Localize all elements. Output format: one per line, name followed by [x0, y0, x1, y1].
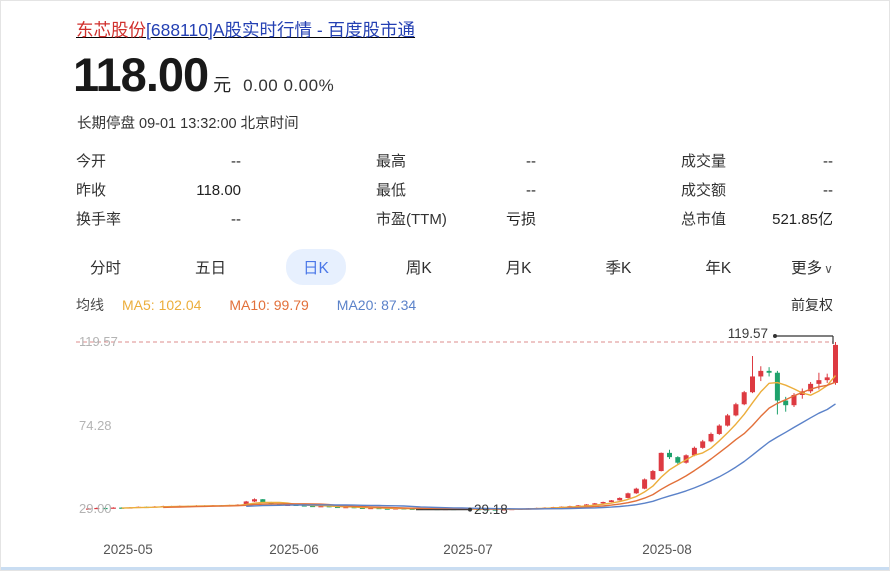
stat-turnover-rate: 换手率 -- — [76, 205, 241, 234]
price-change: 0.00 0.00% — [243, 76, 334, 96]
tab-monthly-k[interactable]: 月K — [492, 249, 546, 285]
x-tick-may: 2025-05 — [103, 542, 153, 557]
y-tick-mid: 74.28 — [79, 418, 112, 433]
current-price: 118.00 — [73, 47, 208, 102]
quote-stats: 今开 -- 昨收 118.00 换手率 -- 最高 -- 最低 -- 市盈(TT — [76, 147, 833, 234]
trading-status: 长期停盘 09-01 13:32:00 北京时间 — [77, 112, 299, 133]
price-unit: 元 — [213, 71, 231, 97]
kline-svg — [76, 331, 846, 536]
y-tick-low: 29.00 — [79, 501, 112, 516]
adjust-mode-toggle[interactable]: 前复权 — [791, 295, 833, 315]
ma-legend: 均线 MA5: 102.04 MA10: 99.79 MA20: 87.34 前… — [76, 295, 833, 315]
stat-high: 最高 -- — [376, 147, 536, 176]
stock-quote-page: 东芯股份[688110]A股实时行情 - 百度股市通 118.00 元 0.00… — [0, 0, 890, 571]
chart-period-tabs: 分时 五日 日K 周K 月K 季K 年K 更多∨ — [76, 247, 833, 287]
stat-volume: 成交量 -- — [681, 147, 833, 176]
x-tick-july: 2025-07 — [443, 542, 493, 557]
y-tick-high: 119.57 — [79, 334, 118, 349]
stats-column-3: 成交量 -- 成交额 -- 总市值 521.85亿 — [681, 147, 833, 234]
ma-legend-label: 均线 — [76, 295, 104, 315]
x-tick-june: 2025-06 — [269, 542, 319, 557]
stat-prev-close: 昨收 118.00 — [76, 176, 241, 205]
stats-column-2: 最高 -- 最低 -- 市盈(TTM) 亏损 — [376, 147, 536, 234]
stat-low: 最低 -- — [376, 176, 536, 205]
low-price-annotation: 29.18 — [474, 502, 508, 517]
stats-column-1: 今开 -- 昨收 118.00 换手率 -- — [76, 147, 241, 234]
ma10-value: MA10: 99.79 — [229, 297, 308, 313]
x-axis: 2025-05 2025-06 2025-07 2025-08 — [76, 542, 846, 562]
stat-amount: 成交额 -- — [681, 176, 833, 205]
kline-chart[interactable]: 119.57 74.28 29.00 119.57 29.18 — [76, 331, 846, 536]
stat-today-open: 今开 -- — [76, 147, 241, 176]
tab-quarterly-k[interactable]: 季K — [591, 249, 645, 285]
chevron-down-icon: ∨ — [824, 262, 833, 276]
stat-pe-ttm: 市盈(TTM) 亏损 — [376, 205, 536, 234]
bottom-divider — [1, 567, 889, 570]
ma20-value: MA20: 87.34 — [337, 297, 416, 313]
tab-yearly-k[interactable]: 年K — [691, 249, 745, 285]
tab-five-day[interactable]: 五日 — [181, 249, 240, 285]
ma5-value: MA5: 102.04 — [122, 297, 201, 313]
tab-minute[interactable]: 分时 — [76, 249, 135, 285]
page-title-link[interactable]: 东芯股份[688110]A股实时行情 - 百度股市通 — [76, 17, 415, 42]
more-periods-dropdown[interactable]: 更多∨ — [791, 256, 833, 278]
x-tick-august: 2025-08 — [642, 542, 692, 557]
stat-market-cap: 总市值 521.85亿 — [681, 205, 833, 234]
price-block: 118.00 元 0.00 0.00% — [73, 47, 334, 102]
stock-name: 东芯股份 — [76, 20, 146, 40]
tab-weekly-k[interactable]: 周K — [392, 249, 446, 285]
tab-daily-k[interactable]: 日K — [286, 249, 346, 285]
high-price-annotation: 119.57 — [728, 326, 768, 341]
title-rest: [688110]A股实时行情 - 百度股市通 — [146, 20, 415, 40]
